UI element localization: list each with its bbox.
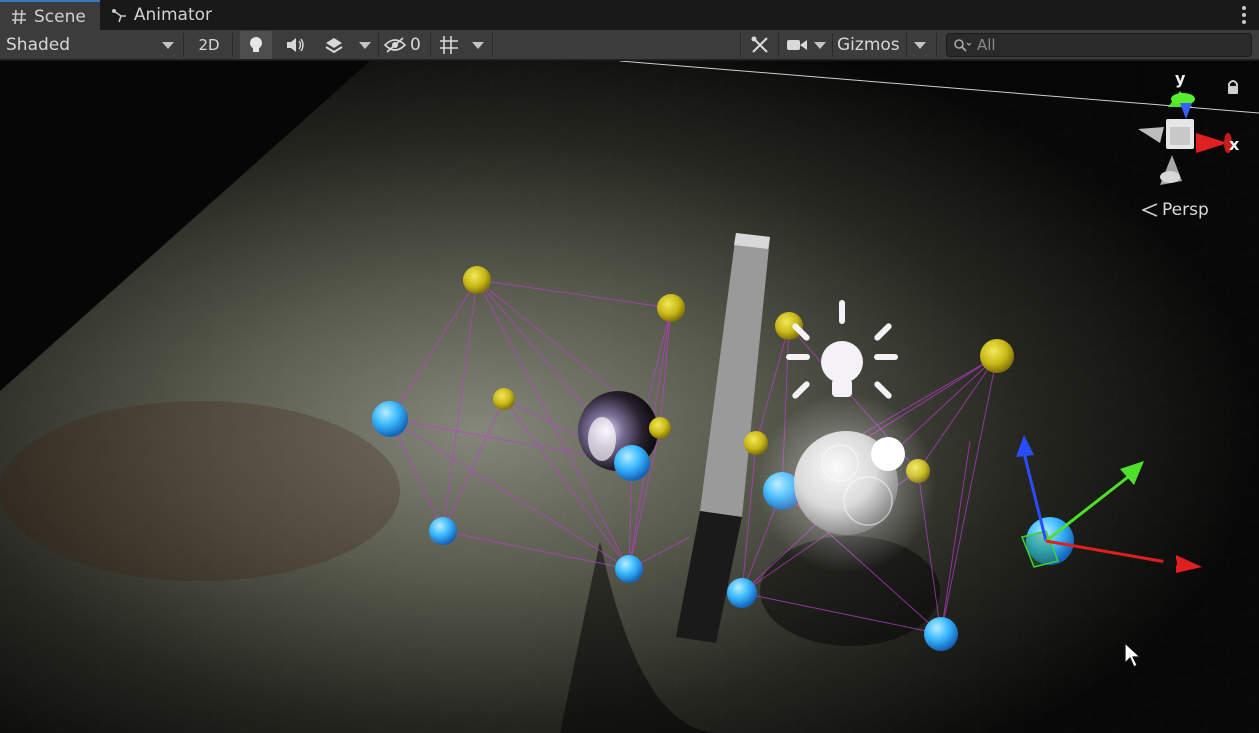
layers-icon <box>325 38 343 54</box>
tools-button[interactable] <box>747 31 773 59</box>
scene-toolbar: Shaded 2D 0 Gizmos All <box>0 30 1259 60</box>
effects-toggle-button[interactable] <box>316 31 352 59</box>
tab-bar: Scene Animator <box>0 0 1259 30</box>
axis-x-label: x <box>1229 135 1240 154</box>
lighting-toggle-button[interactable] <box>240 31 272 59</box>
hidden-objects-toggle[interactable]: 0 <box>384 31 424 59</box>
grid-toggle-button[interactable] <box>436 31 462 59</box>
tab-scene[interactable]: Scene <box>0 0 100 30</box>
tab-scene-label: Scene <box>34 7 86 27</box>
camera-icon <box>787 40 807 50</box>
chevron-down-icon <box>359 41 371 49</box>
tab-animator-label: Animator <box>133 5 213 25</box>
speaker-icon <box>287 38 304 52</box>
gizmos-dropdown[interactable] <box>912 31 928 59</box>
audio-toggle-button[interactable] <box>280 31 310 59</box>
more-options-icon[interactable] <box>1241 6 1247 24</box>
gizmos-button[interactable]: Gizmos <box>837 31 905 59</box>
hidden-count: 0 <box>410 35 421 55</box>
scene-render <box>0 61 1259 733</box>
eye-slash-icon <box>384 37 406 53</box>
chevron-down-icon <box>814 41 826 49</box>
draw-mode-dropdown[interactable]: Shaded <box>6 31 178 59</box>
animator-icon <box>110 6 128 24</box>
grid-icon <box>440 36 458 54</box>
scene-search[interactable] <box>946 33 1252 57</box>
tab-animator[interactable]: Animator <box>100 0 226 30</box>
hash-icon <box>10 8 28 26</box>
projection-label: Persp <box>1162 200 1209 220</box>
draw-mode-label: Shaded <box>6 35 71 55</box>
unity-scene-window: Scene Animator Shaded 2D 0 Gizmos All y … <box>0 0 1259 733</box>
grid-dropdown[interactable] <box>470 31 486 59</box>
gizmos-label: Gizmos <box>837 35 900 55</box>
search-input[interactable] <box>977 36 1247 54</box>
chevron-down-icon <box>472 41 484 49</box>
lock-icon[interactable] <box>1226 79 1240 95</box>
perspective-icon <box>1142 203 1158 217</box>
mouse-cursor-icon <box>1124 641 1142 668</box>
scene-viewport[interactable]: y x Persp <box>0 61 1259 733</box>
camera-dropdown[interactable] <box>812 31 828 59</box>
lightbulb-icon <box>250 37 262 52</box>
toggle-2d-button[interactable]: 2D <box>192 31 226 59</box>
chevron-down-icon <box>162 41 174 49</box>
chevron-down-icon <box>914 41 926 49</box>
effects-dropdown[interactable] <box>357 31 373 59</box>
search-icon <box>954 39 971 52</box>
toggle-2d-label: 2D <box>198 36 220 54</box>
tools-icon <box>751 36 768 53</box>
camera-button[interactable] <box>786 31 808 59</box>
projection-toggle[interactable]: Persp <box>1142 200 1209 220</box>
axis-y-label: y <box>1175 69 1186 88</box>
